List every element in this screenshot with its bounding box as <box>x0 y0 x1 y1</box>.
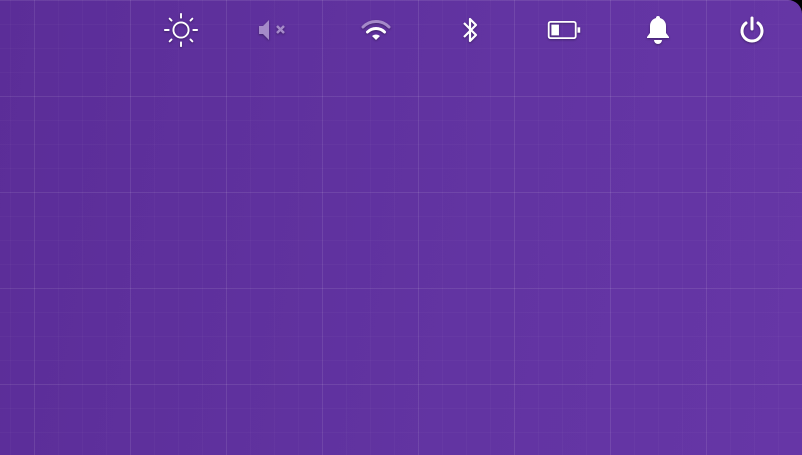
battery-level-fill <box>551 24 559 36</box>
battery-icon[interactable] <box>546 12 582 48</box>
system-tray <box>0 0 802 60</box>
background-grid <box>0 0 802 455</box>
wifi-icon[interactable] <box>358 12 394 48</box>
volume-muted-icon[interactable] <box>256 12 292 48</box>
desktop <box>0 0 802 455</box>
night-light-icon[interactable] <box>163 12 199 48</box>
power-icon[interactable] <box>734 12 770 48</box>
bluetooth-icon[interactable] <box>452 12 488 48</box>
notification-bell-icon[interactable] <box>640 12 676 48</box>
